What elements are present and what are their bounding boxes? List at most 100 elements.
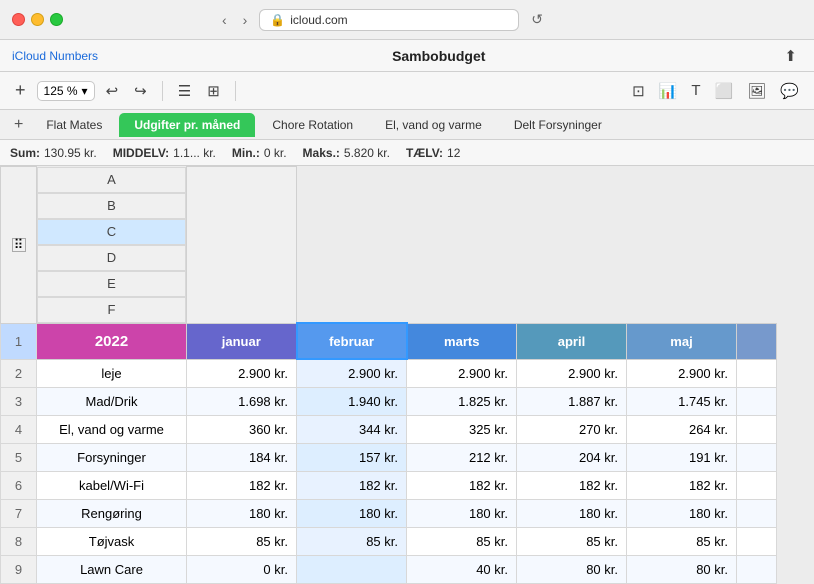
max-value: 5.820 kr. xyxy=(344,146,390,160)
col-header-f[interactable]: F xyxy=(37,297,186,323)
row-num-6[interactable]: 6 xyxy=(1,471,37,499)
reload-button[interactable]: ↺ xyxy=(527,9,547,30)
cell-f1[interactable]: maj xyxy=(627,323,737,359)
cell-d3[interactable]: 1.825 kr. xyxy=(407,387,517,415)
cell-b6[interactable]: 182 kr. xyxy=(187,471,297,499)
cell-e5[interactable]: 204 kr. xyxy=(517,443,627,471)
row-num-5[interactable]: 5 xyxy=(1,443,37,471)
col-header-e[interactable]: E xyxy=(37,271,186,297)
select-all-icon[interactable]: ⠿ xyxy=(12,238,26,252)
share-button[interactable]: ⬆ xyxy=(779,43,802,69)
cell-f2[interactable]: 2.900 kr. xyxy=(627,359,737,387)
cell-f3[interactable]: 1.745 kr. xyxy=(627,387,737,415)
tab-el-vand[interactable]: El, vand og varme xyxy=(370,113,497,137)
cell-a6[interactable]: kabel/Wi-Fi xyxy=(37,471,187,499)
cell-e8[interactable]: 85 kr. xyxy=(517,527,627,555)
cell-a1[interactable]: 2022 xyxy=(37,323,187,359)
minimize-button[interactable] xyxy=(31,13,44,26)
cell-b1[interactable]: januar xyxy=(187,323,297,359)
cell-d9[interactable]: 40 kr. xyxy=(407,555,517,583)
cell-a7[interactable]: Rengøring xyxy=(37,499,187,527)
cell-c6[interactable]: 182 kr. xyxy=(297,471,407,499)
cell-b2[interactable]: 2.900 kr. xyxy=(187,359,297,387)
chart-icon[interactable]: 📊 xyxy=(654,78,683,104)
cell-c4[interactable]: 344 kr. xyxy=(297,415,407,443)
cell-e6[interactable]: 182 kr. xyxy=(517,471,627,499)
list-icon[interactable]: ☰ xyxy=(173,78,196,104)
close-button[interactable] xyxy=(12,13,25,26)
cell-e2[interactable]: 2.900 kr. xyxy=(517,359,627,387)
comment-icon[interactable]: 💬 xyxy=(775,78,804,104)
cell-c5[interactable]: 157 kr. xyxy=(297,443,407,471)
cell-e4[interactable]: 270 kr. xyxy=(517,415,627,443)
app-bar: iCloud Numbers Sambobudget ⬆ xyxy=(0,40,814,72)
cell-c3[interactable]: 1.940 kr. xyxy=(297,387,407,415)
cell-d7[interactable]: 180 kr. xyxy=(407,499,517,527)
cell-a5[interactable]: Forsyninger xyxy=(37,443,187,471)
forward-button[interactable]: › xyxy=(239,10,252,30)
tab-delt-forsyninger[interactable]: Delt Forsyninger xyxy=(499,113,617,137)
cell-d8[interactable]: 85 kr. xyxy=(407,527,517,555)
col-header-a[interactable]: A xyxy=(37,167,186,193)
cell-f7[interactable]: 180 kr. xyxy=(627,499,737,527)
row-num-4[interactable]: 4 xyxy=(1,415,37,443)
cell-c2[interactable]: 2.900 kr. xyxy=(297,359,407,387)
cell-a2[interactable]: leje xyxy=(37,359,187,387)
cell-e3[interactable]: 1.887 kr. xyxy=(517,387,627,415)
cell-a4[interactable]: El, vand og varme xyxy=(37,415,187,443)
undo-button[interactable]: ↩ xyxy=(101,78,124,104)
cell-b5[interactable]: 184 kr. xyxy=(187,443,297,471)
cell-c8[interactable]: 85 kr. xyxy=(297,527,407,555)
cell-f8[interactable]: 85 kr. xyxy=(627,527,737,555)
image-icon[interactable]: 🖼 xyxy=(742,78,771,104)
cell-d2[interactable]: 2.900 kr. xyxy=(407,359,517,387)
cell-e1[interactable]: april xyxy=(517,323,627,359)
cell-a3[interactable]: Mad/Drik xyxy=(37,387,187,415)
cell-d4[interactable]: 325 kr. xyxy=(407,415,517,443)
tab-flat-mates[interactable]: Flat Mates xyxy=(31,113,117,137)
cell-f4[interactable]: 264 kr. xyxy=(627,415,737,443)
cell-g4 xyxy=(737,415,777,443)
tab-udgifter[interactable]: Udgifter pr. måned xyxy=(119,113,255,137)
cell-f5[interactable]: 191 kr. xyxy=(627,443,737,471)
cell-a8[interactable]: Tøjvask xyxy=(37,527,187,555)
cell-d1[interactable]: marts xyxy=(407,323,517,359)
shape-icon[interactable]: ⬜ xyxy=(710,78,739,104)
row-num-8[interactable]: 8 xyxy=(1,527,37,555)
row-num-9[interactable]: 9 xyxy=(1,555,37,583)
add-sheet-button[interactable]: + xyxy=(8,114,29,136)
cell-c9[interactable] xyxy=(297,555,407,583)
cell-e9[interactable]: 80 kr. xyxy=(517,555,627,583)
row-num-7[interactable]: 7 xyxy=(1,499,37,527)
url-bar[interactable]: 🔒 icloud.com xyxy=(259,9,519,31)
row-num-1[interactable]: 1 xyxy=(1,323,37,359)
spreadsheet: ⠿ A B C D E F 1 2022 januar februar mart… xyxy=(0,166,814,584)
text-box-icon[interactable]: T xyxy=(686,78,705,103)
cell-b4[interactable]: 360 kr. xyxy=(187,415,297,443)
col-header-b[interactable]: B xyxy=(37,193,186,219)
cell-c7[interactable]: 180 kr. xyxy=(297,499,407,527)
cell-d5[interactable]: 212 kr. xyxy=(407,443,517,471)
row-num-3[interactable]: 3 xyxy=(1,387,37,415)
cell-b9[interactable]: 0 kr. xyxy=(187,555,297,583)
cell-d6[interactable]: 182 kr. xyxy=(407,471,517,499)
cell-b7[interactable]: 180 kr. xyxy=(187,499,297,527)
row-num-2[interactable]: 2 xyxy=(1,359,37,387)
back-button[interactable]: ‹ xyxy=(218,10,231,30)
zoom-select[interactable]: 125 % ▾ xyxy=(37,81,95,101)
redo-button[interactable]: ↪ xyxy=(129,78,152,104)
table-tool-icon[interactable]: ⊡ xyxy=(627,78,650,104)
cell-f6[interactable]: 182 kr. xyxy=(627,471,737,499)
cell-b8[interactable]: 85 kr. xyxy=(187,527,297,555)
add-button[interactable]: + xyxy=(10,76,31,105)
cell-b3[interactable]: 1.698 kr. xyxy=(187,387,297,415)
cell-f9[interactable]: 80 kr. xyxy=(627,555,737,583)
fullscreen-button[interactable] xyxy=(50,13,63,26)
cell-c1[interactable]: februar xyxy=(297,323,407,359)
col-header-c[interactable]: C xyxy=(37,219,186,245)
cell-e7[interactable]: 180 kr. xyxy=(517,499,627,527)
cell-a9[interactable]: Lawn Care xyxy=(37,555,187,583)
tab-chore-rotation[interactable]: Chore Rotation xyxy=(257,113,368,137)
col-header-d[interactable]: D xyxy=(37,245,186,271)
table-icon[interactable]: ⊞ xyxy=(202,78,225,104)
